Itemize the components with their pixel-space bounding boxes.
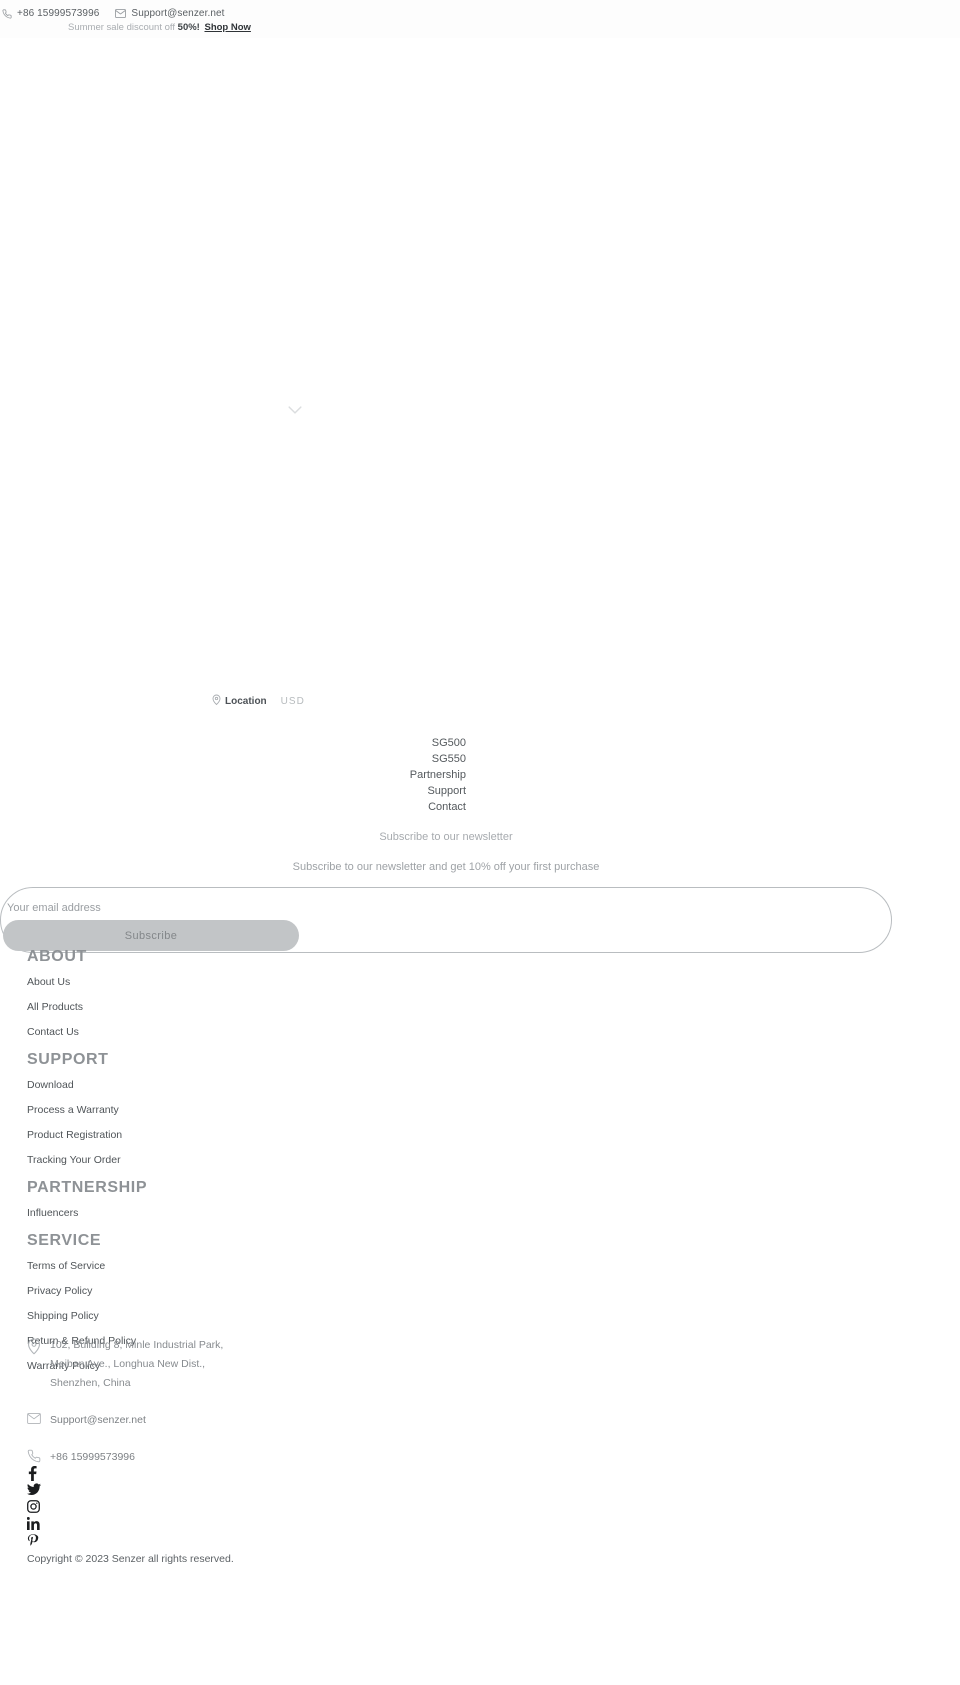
chevron-down-icon[interactable] <box>288 402 302 414</box>
promo-message: Summer sale discount off 50%! Shop Now <box>68 22 251 33</box>
twitter-icon[interactable] <box>27 1483 43 1500</box>
topbar-phone[interactable]: +86 15999573996 <box>2 8 99 19</box>
social-links <box>27 1466 67 1551</box>
location-selector[interactable]: Location <box>212 694 267 708</box>
footer-contact-block: 102, Buliding 8, Minle Industrial Park, … <box>27 1336 257 1486</box>
topbar-email-text: Support@senzer.net <box>131 8 225 19</box>
nav-item-contact[interactable]: Contact <box>428 799 466 815</box>
footer-link-terms-of-service[interactable]: Terms of Service <box>27 1260 427 1272</box>
map-pin-icon <box>27 1336 41 1360</box>
subscribe-button[interactable]: Subscribe <box>3 920 299 951</box>
footer-heading-service: SERVICE <box>27 1232 102 1249</box>
contact-address-text: 102, Buliding 8, Minle Industrial Park, … <box>50 1339 224 1389</box>
newsletter-title: Subscribe to our newsletter <box>379 831 513 843</box>
contact-phone-text: +86 15999573996 <box>50 1451 135 1463</box>
footer-link-contact-us[interactable]: Contact Us <box>27 1026 427 1038</box>
footer-group-support: SUPPORT Download Process a Warranty Prod… <box>27 1051 427 1166</box>
pinterest-icon[interactable] <box>27 1534 43 1551</box>
footer-link-influencers[interactable]: Influencers <box>27 1207 427 1219</box>
copyright-text: Copyright © 2023 Senzer all rights reser… <box>27 1553 234 1565</box>
hero-section <box>0 38 960 678</box>
footer-link-groups: ABOUT About Us All Products Contact Us S… <box>27 948 427 1385</box>
topbar-contact-group: +86 15999573996 Support@senzer.net <box>2 8 225 19</box>
locale-bar: Location USD <box>212 694 305 708</box>
footer-link-shipping-policy[interactable]: Shipping Policy <box>27 1310 427 1322</box>
main-navigation: SG500 SG550 Partnership Support Contact <box>0 735 466 815</box>
footer-link-tracking-your-order[interactable]: Tracking Your Order <box>27 1154 427 1166</box>
currency-selector[interactable]: USD <box>281 696 305 707</box>
envelope-icon <box>27 1411 41 1429</box>
nav-item-partnership[interactable]: Partnership <box>410 767 466 783</box>
contact-phone-row[interactable]: +86 15999573996 <box>27 1448 257 1468</box>
phone-icon <box>2 8 12 19</box>
nav-item-sg500[interactable]: SG500 <box>432 735 466 751</box>
footer-heading-support: SUPPORT <box>27 1051 109 1068</box>
promo-percent: 50%! <box>177 22 200 33</box>
footer-link-privacy-policy[interactable]: Privacy Policy <box>27 1285 427 1297</box>
envelope-icon <box>115 9 127 18</box>
shop-now-link[interactable]: Shop Now <box>204 22 250 33</box>
footer-link-about-us[interactable]: About Us <box>27 976 427 988</box>
newsletter-email-input[interactable] <box>7 896 707 920</box>
footer-heading-about: ABOUT <box>27 948 87 965</box>
announcement-bar: +86 15999573996 Support@senzer.net Summe… <box>0 0 960 38</box>
topbar-phone-text: +86 15999573996 <box>17 8 100 19</box>
footer-heading-partnership: PARTNERSHIP <box>27 1179 148 1196</box>
footer-link-all-products[interactable]: All Products <box>27 1001 427 1013</box>
footer-group-about: ABOUT About Us All Products Contact Us <box>27 948 427 1038</box>
promo-prefix: Summer sale discount off <box>68 22 176 33</box>
phone-icon <box>27 1448 41 1468</box>
topbar-email[interactable]: Support@senzer.net <box>115 8 224 19</box>
facebook-icon[interactable] <box>27 1466 43 1483</box>
contact-address-row: 102, Buliding 8, Minle Industrial Park, … <box>27 1336 257 1393</box>
map-pin-icon <box>212 694 221 708</box>
nav-item-support[interactable]: Support <box>427 783 466 799</box>
linkedin-icon[interactable] <box>27 1517 43 1534</box>
location-label: Location <box>225 695 267 707</box>
footer-link-product-registration[interactable]: Product Registration <box>27 1129 427 1141</box>
instagram-icon[interactable] <box>27 1500 43 1517</box>
nav-item-sg550[interactable]: SG550 <box>432 751 466 767</box>
footer-link-download[interactable]: Download <box>27 1079 427 1091</box>
newsletter-subtitle: Subscribe to our newsletter and get 10% … <box>292 861 600 873</box>
page-root: +86 15999573996 Support@senzer.net Summe… <box>0 0 960 1685</box>
contact-email-text: Support@senzer.net <box>50 1414 146 1426</box>
footer-group-partnership: PARTNERSHIP Influencers <box>27 1179 427 1219</box>
newsletter-form: Subscribe <box>0 887 892 953</box>
contact-email-row[interactable]: Support@senzer.net <box>27 1411 257 1430</box>
footer-link-process-a-warranty[interactable]: Process a Warranty <box>27 1104 427 1116</box>
